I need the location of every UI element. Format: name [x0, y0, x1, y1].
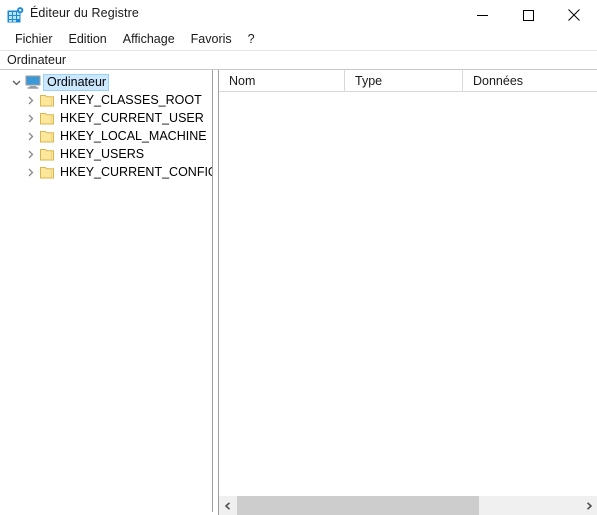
list-rows-area[interactable]	[219, 92, 597, 492]
horizontal-scrollbar[interactable]	[219, 495, 597, 515]
maximize-icon	[522, 9, 534, 21]
expand-chevron-right-icon[interactable]	[22, 91, 38, 109]
registry-tree: Ordinateur HKEY_CLASSES_ROOT HKEY_CURREN…	[0, 73, 212, 181]
tree-item-hkey-local-machine[interactable]: HKEY_LOCAL_MACHINE	[0, 127, 212, 145]
expand-chevron-right-icon[interactable]	[22, 163, 38, 181]
tree-item-label: HKEY_USERS	[60, 146, 145, 161]
menu-item-favoris[interactable]: Favoris	[183, 31, 240, 49]
content-area: Ordinateur HKEY_CLASSES_ROOT HKEY_CURREN…	[0, 70, 597, 515]
tree-item-label: Ordinateur	[43, 73, 110, 91]
chevron-left-icon	[224, 501, 230, 510]
registry-tree-pane: Ordinateur HKEY_CLASSES_ROOT HKEY_CURREN…	[0, 70, 213, 512]
menu-item-edition[interactable]: Edition	[61, 31, 115, 49]
folder-icon	[38, 163, 56, 181]
chevron-right-icon	[586, 501, 592, 510]
column-header-donnees[interactable]: Données	[463, 70, 597, 91]
computer-icon	[24, 73, 42, 91]
close-icon	[568, 9, 580, 21]
registry-editor-icon	[7, 7, 24, 24]
registry-editor-window: Éditeur du Registre Fichier Edition Affi…	[0, 0, 597, 515]
column-header-nom[interactable]: Nom	[219, 70, 345, 91]
tree-item-ordinateur[interactable]: Ordinateur	[0, 73, 212, 91]
tree-item-label: HKEY_LOCAL_MACHINE	[60, 128, 207, 143]
title-bar: Éditeur du Registre	[0, 0, 597, 30]
window-controls	[459, 0, 597, 30]
scroll-left-button[interactable]	[219, 496, 236, 515]
folder-icon	[38, 145, 56, 163]
menu-item-affichage[interactable]: Affichage	[115, 31, 183, 49]
tree-item-hkey-current-config[interactable]: HKEY_CURRENT_CONFIG	[0, 163, 212, 181]
minimize-icon	[476, 14, 488, 16]
tree-item-hkey-classes-root[interactable]: HKEY_CLASSES_ROOT	[0, 91, 212, 109]
folder-icon	[38, 91, 56, 109]
collapse-chevron-down-icon[interactable]	[8, 73, 24, 91]
maximize-button[interactable]	[505, 0, 551, 30]
folder-icon	[38, 127, 56, 145]
scrollbar-thumb[interactable]	[237, 496, 479, 515]
tree-item-label: HKEY_CURRENT_CONFIG	[60, 164, 213, 179]
column-header-type[interactable]: Type	[345, 70, 463, 91]
expand-chevron-right-icon[interactable]	[22, 127, 38, 145]
expand-chevron-right-icon[interactable]	[22, 109, 38, 127]
minimize-button[interactable]	[459, 0, 505, 30]
scroll-right-button[interactable]	[580, 496, 597, 515]
menu-item-help[interactable]: ?	[240, 31, 263, 49]
menu-bar: Fichier Edition Affichage Favoris ?	[0, 30, 597, 50]
tree-item-hkey-current-user[interactable]: HKEY_CURRENT_USER	[0, 109, 212, 127]
tree-item-hkey-users[interactable]: HKEY_USERS	[0, 145, 212, 163]
tree-item-label: HKEY_CURRENT_USER	[60, 110, 204, 125]
expand-chevron-right-icon[interactable]	[22, 145, 38, 163]
registry-values-pane: Nom Type Données	[218, 70, 597, 515]
window-title: Éditeur du Registre	[30, 6, 139, 20]
address-bar[interactable]: Ordinateur	[0, 50, 597, 70]
address-path-text: Ordinateur	[7, 53, 67, 67]
close-button[interactable]	[551, 0, 597, 30]
tree-item-label: HKEY_CLASSES_ROOT	[60, 92, 202, 107]
list-column-headers: Nom Type Données	[219, 70, 597, 92]
folder-icon	[38, 109, 56, 127]
menu-item-fichier[interactable]: Fichier	[7, 31, 61, 49]
